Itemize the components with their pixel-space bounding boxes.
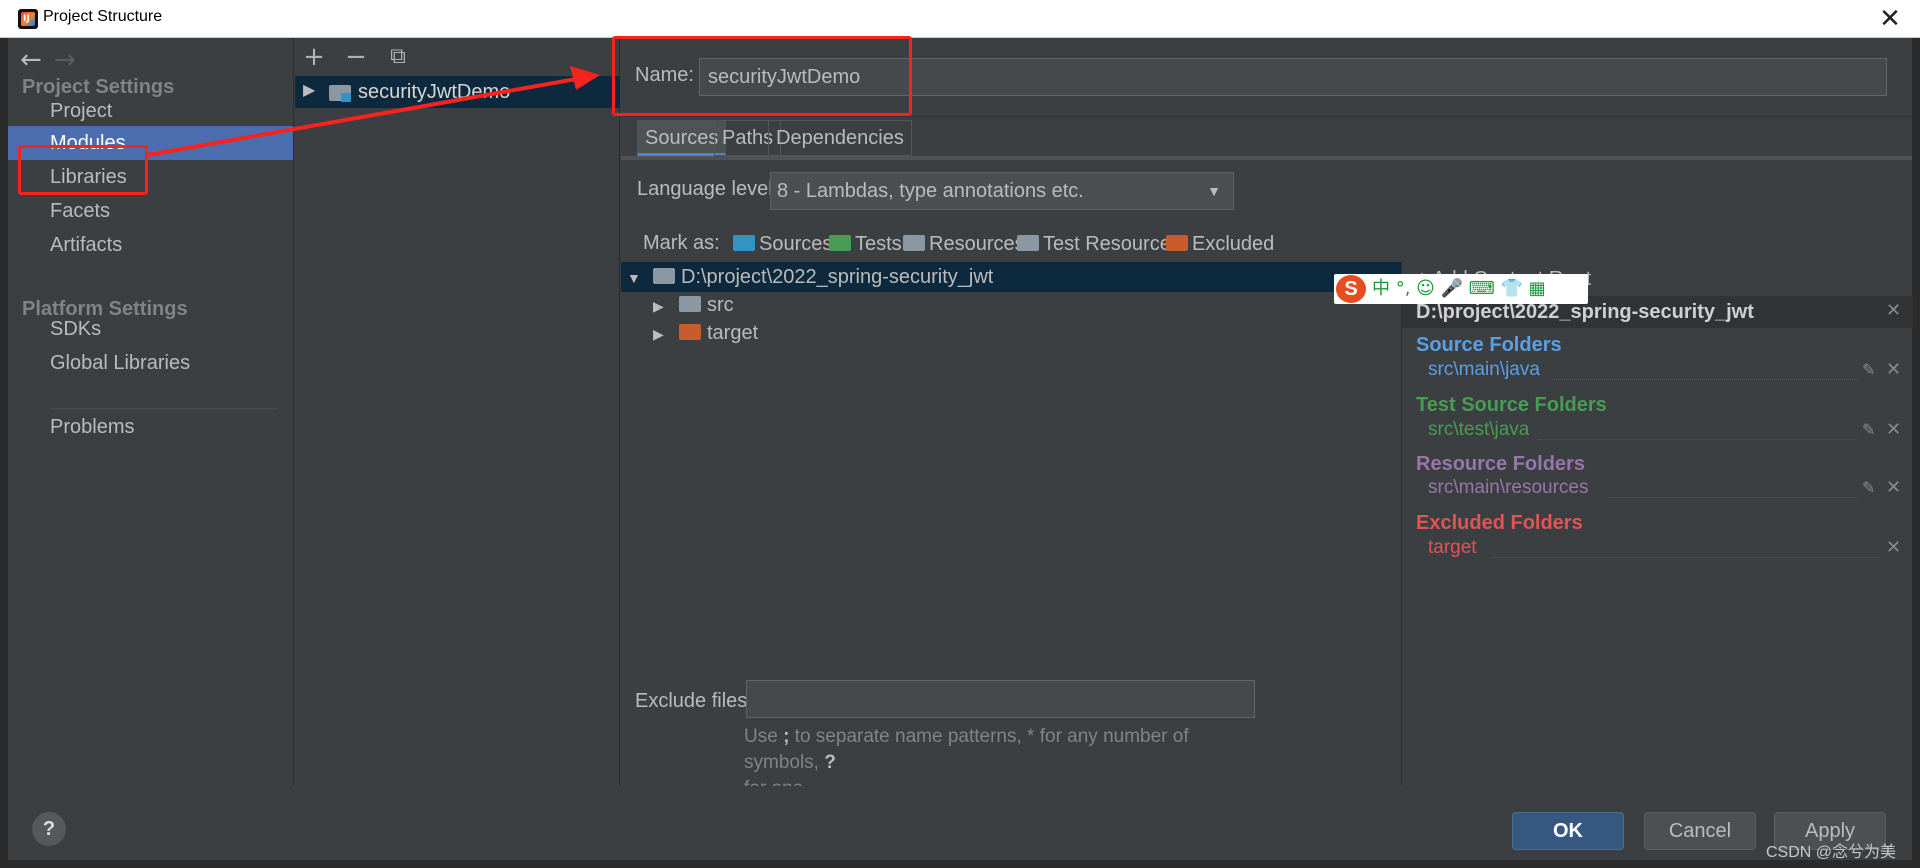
watermark: CSDN @念兮为美 [1766, 844, 1897, 861]
arrow-head [570, 66, 600, 90]
arrow-line [147, 76, 583, 157]
annotation-arrow [147, 66, 600, 157]
